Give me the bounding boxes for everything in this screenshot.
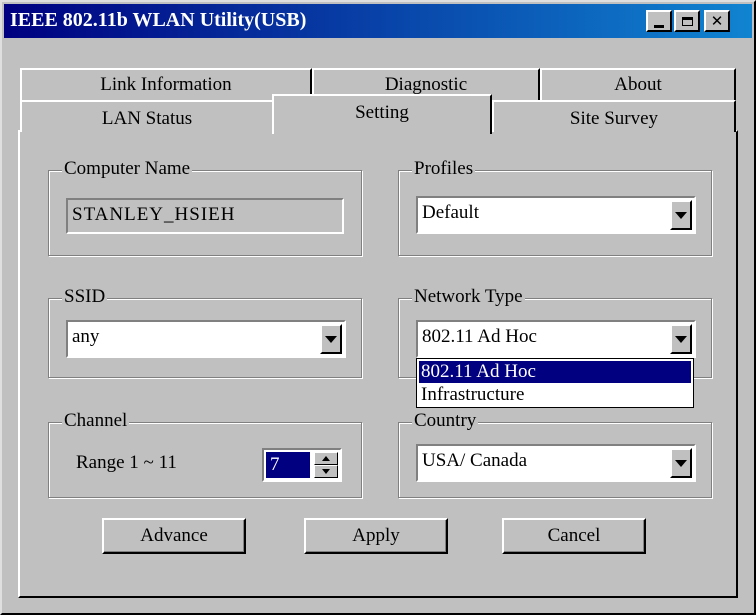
network-type-dropdown-button[interactable] (670, 324, 692, 354)
tab-label: LAN Status (101, 108, 193, 129)
cancel-button[interactable]: Cancel (502, 518, 646, 554)
title-bar[interactable]: IEEE 802.11b WLAN Utility(USB) ✕ (4, 4, 752, 38)
channel-range-text: Range 1 ~ 11 (76, 452, 177, 473)
maximize-icon (681, 16, 693, 26)
maximize-button[interactable] (674, 10, 700, 32)
computer-name-field[interactable]: STANLEY_HSIEH (66, 198, 344, 234)
profiles-dropdown-button[interactable] (670, 200, 692, 230)
tab-label: About (614, 74, 662, 95)
network-type-option[interactable]: Infrastructure (419, 384, 691, 406)
profiles-select[interactable]: Default (416, 196, 696, 234)
apply-button[interactable]: Apply (304, 518, 448, 554)
channel-legend: Channel (62, 410, 130, 432)
tab-lan-status[interactable]: LAN Status (20, 100, 274, 132)
utility-window: IEEE 802.11b WLAN Utility(USB) ✕ Link In… (0, 0, 756, 615)
tab-about[interactable]: About (540, 68, 736, 100)
network-type-legend: Network Type (412, 286, 525, 308)
close-icon: ✕ (710, 11, 724, 30)
ssid-select[interactable]: any (66, 320, 346, 358)
ssid-legend: SSID (62, 286, 108, 308)
channel-value[interactable]: 7 (266, 452, 310, 478)
country-legend: Country (412, 410, 479, 432)
window-title: IEEE 802.11b WLAN Utility(USB) (10, 9, 307, 31)
profiles-value: Default (422, 202, 479, 223)
network-type-dropdown-list: 802.11 Ad Hoc Infrastructure (416, 358, 694, 408)
tab-label: Site Survey (569, 108, 659, 129)
tab-link-information[interactable]: Link Information (20, 68, 312, 100)
tab-setting[interactable]: Setting (272, 94, 492, 134)
computer-name-legend: Computer Name (62, 158, 193, 180)
computer-name-value: STANLEY_HSIEH (72, 204, 236, 225)
country-dropdown-button[interactable] (670, 448, 692, 478)
country-value: USA/ Canada (422, 450, 528, 471)
chevron-down-icon (325, 335, 337, 343)
channel-down-button[interactable] (314, 465, 338, 478)
chevron-up-icon (322, 456, 330, 461)
minimize-icon (654, 24, 664, 28)
chevron-down-icon (675, 211, 687, 219)
channel-stepper[interactable]: 7 (262, 448, 342, 482)
network-type-select[interactable]: 802.11 Ad Hoc (416, 320, 696, 358)
tab-label: Setting (355, 102, 409, 123)
country-select[interactable]: USA/ Canada (416, 444, 696, 482)
ssid-dropdown-button[interactable] (320, 324, 342, 354)
ssid-value: any (72, 326, 100, 347)
tab-label: Link Information (100, 74, 232, 95)
close-button[interactable]: ✕ (704, 10, 730, 32)
chevron-down-icon (322, 469, 330, 474)
minimize-button[interactable] (646, 10, 672, 32)
advance-button[interactable]: Advance (102, 518, 246, 554)
chevron-down-icon (675, 459, 687, 467)
network-type-value: 802.11 Ad Hoc (422, 326, 537, 347)
tab-site-survey[interactable]: Site Survey (492, 100, 736, 132)
channel-up-button[interactable] (314, 452, 338, 465)
chevron-down-icon (675, 335, 687, 343)
profiles-legend: Profiles (412, 158, 476, 180)
network-type-option[interactable]: 802.11 Ad Hoc (419, 361, 691, 383)
